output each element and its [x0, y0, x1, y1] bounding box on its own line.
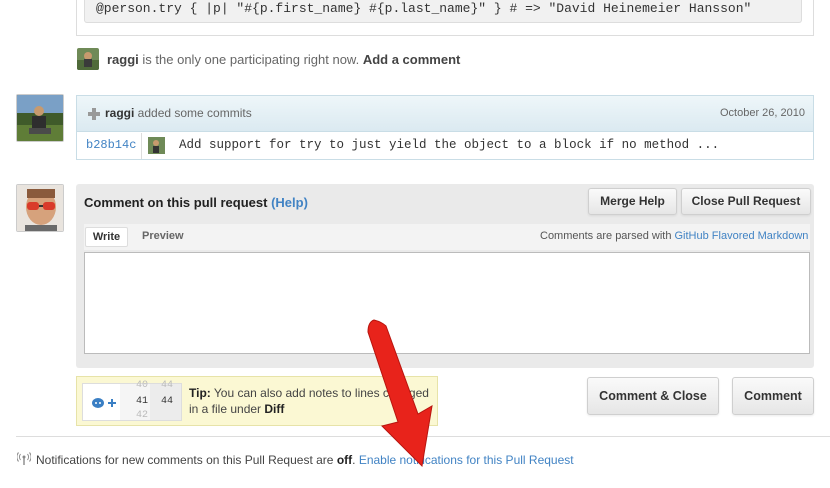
participation-message: is the only one participating right now.: [138, 52, 363, 67]
diff-link[interactable]: Diff: [264, 402, 284, 416]
comment-form-heading: Comment on this pull request: [84, 195, 268, 210]
divider: [141, 133, 142, 159]
code-line: @person.try { |p| "#{p.first_name} #{p.l…: [96, 1, 752, 16]
line-number-after: 42: [136, 410, 149, 421]
tip-label: Tip:: [189, 386, 211, 400]
comment-textarea[interactable]: [84, 252, 810, 354]
line-number-current-right: 44: [161, 396, 174, 407]
tip-text: Tip: You can also add notes to lines cha…: [189, 385, 429, 417]
line-number-before: 40: [136, 380, 149, 391]
merge-help-button[interactable]: Merge Help: [588, 188, 677, 215]
help-link[interactable]: (Help): [271, 195, 308, 210]
comment-form-title: Comment on this pull request (Help): [84, 195, 308, 210]
commit-action: added some commits: [134, 106, 252, 120]
avatar[interactable]: [77, 48, 99, 70]
avatar[interactable]: [148, 137, 165, 154]
commit-date: October 26, 2010: [720, 107, 806, 119]
line-number-before-right: 44: [161, 380, 174, 391]
plus-icon: [87, 107, 101, 121]
comment-button[interactable]: Comment: [732, 377, 814, 415]
commit-sha-link[interactable]: b28b14c: [86, 138, 136, 152]
enable-notifications-link[interactable]: Enable notifications for this Pull Reque…: [359, 453, 574, 467]
tab-preview[interactable]: Preview: [142, 230, 184, 242]
tab-write[interactable]: Write: [85, 227, 128, 247]
commit-author[interactable]: raggi: [105, 106, 134, 120]
notifications-prefix: Notifications for new comments on this P…: [36, 453, 337, 467]
add-comment-link[interactable]: Add a comment: [363, 52, 461, 67]
markdown-note: Comments are parsed with GitHub Flavored…: [540, 230, 808, 242]
notifications-text: Notifications for new comments on this P…: [36, 453, 574, 467]
line-number-current: 41: [136, 396, 149, 407]
divider: [16, 436, 830, 437]
participation-text: raggi is the only one participating righ…: [107, 52, 460, 67]
avatar[interactable]: [16, 184, 64, 232]
close-pull-request-button[interactable]: Close Pull Request: [681, 188, 811, 215]
comment-and-close-button[interactable]: Comment & Close: [587, 377, 719, 415]
notifications-suffix: .: [352, 453, 359, 467]
tip-message: You can also add notes to lines changed …: [189, 386, 429, 416]
commit-message[interactable]: Add support for try to just yield the ob…: [179, 138, 719, 152]
avatar[interactable]: [16, 94, 64, 142]
participant-name[interactable]: raggi: [107, 52, 139, 67]
markdown-note-text: Comments are parsed with: [540, 230, 675, 242]
commit-title: raggi added some commits: [105, 106, 252, 120]
broadcast-icon: [16, 452, 32, 466]
markdown-link[interactable]: GitHub Flavored Markdown: [675, 230, 809, 242]
notifications-state: off: [336, 453, 353, 467]
